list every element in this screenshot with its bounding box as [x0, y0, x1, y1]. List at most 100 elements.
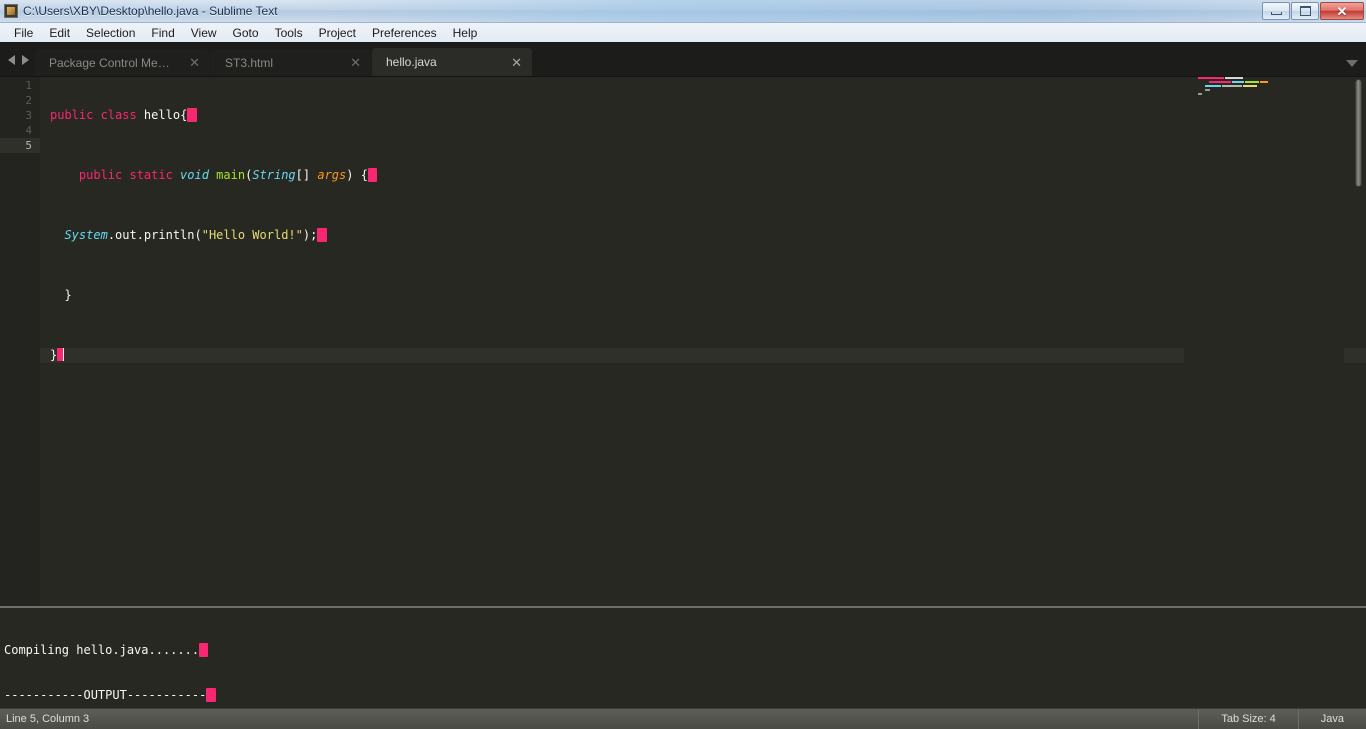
code-line-4[interactable]: }	[40, 288, 1366, 303]
minimap-row	[1198, 89, 1344, 92]
output-text: -----------OUTPUT-----------	[4, 688, 207, 702]
output-line: -----------OUTPUT-----------	[4, 688, 1366, 703]
maximize-icon	[1299, 6, 1311, 16]
token-brace: }	[50, 288, 72, 302]
invisible-char-marker	[206, 688, 216, 702]
minimap-segment	[1232, 81, 1244, 83]
code-content[interactable]: public class hello{ public static void m…	[40, 77, 1366, 606]
token-paren: )	[346, 168, 361, 182]
token-brace: }	[50, 348, 58, 362]
close-button[interactable]: ✕	[1320, 2, 1364, 20]
minimize-icon	[1270, 12, 1282, 15]
token-type: void	[172, 168, 209, 182]
minimap-segment	[1198, 81, 1208, 83]
token-argtype: String	[252, 168, 296, 182]
line-number-active: 5	[0, 138, 40, 153]
caret-line	[63, 348, 65, 361]
code-line-5[interactable]: }	[40, 348, 1366, 363]
tab-navigation	[0, 43, 35, 76]
minimap-segment	[1205, 89, 1210, 91]
minimap-segment	[1198, 93, 1202, 95]
minimap-segment	[1198, 77, 1224, 79]
close-icon[interactable]: ✕	[511, 56, 522, 69]
tab-st3-html[interactable]: ST3.html ✕	[211, 49, 371, 76]
tab-package-control-messages[interactable]: Package Control Messages ✕	[35, 49, 210, 76]
code-line-1[interactable]: public class hello{	[40, 108, 1366, 123]
maximize-button[interactable]	[1291, 2, 1319, 20]
scrollbar-thumb[interactable]	[1355, 79, 1362, 187]
minimap-row	[1198, 85, 1344, 88]
token-tail: );	[302, 228, 318, 242]
token-string: "Hello World!"	[201, 228, 303, 242]
minimap-segment	[1222, 85, 1242, 87]
title-bar: C:\Users\XBY\Desktop\hello.java - Sublim…	[0, 0, 1366, 23]
close-icon[interactable]: ✕	[350, 56, 361, 69]
chevron-down-icon[interactable]	[1346, 60, 1358, 67]
build-output-panel[interactable]: Compiling hello.java....... -----------O…	[0, 608, 1366, 708]
menu-item-preferences[interactable]: Preferences	[364, 24, 445, 42]
close-icon[interactable]: ✕	[189, 56, 200, 69]
menu-item-selection[interactable]: Selection	[78, 24, 143, 42]
window-controls: ✕	[1261, 1, 1366, 21]
minimap-segment	[1260, 81, 1268, 83]
token-member: .out.println(	[107, 228, 202, 242]
tab-size-button[interactable]: Tab Size: 4	[1198, 709, 1297, 729]
status-right-group: Tab Size: 4 Java	[1198, 709, 1366, 729]
menu-item-tools[interactable]: Tools	[267, 24, 311, 42]
tab-hello-java[interactable]: hello.java ✕	[372, 48, 532, 76]
token-keyword: public class	[50, 108, 137, 122]
vertical-scrollbar[interactable]	[1353, 79, 1363, 606]
invisible-char-marker	[317, 228, 327, 242]
menu-item-edit[interactable]: Edit	[41, 24, 78, 42]
token-class: System	[64, 228, 108, 242]
token-keyword: public static	[78, 168, 173, 182]
line-number: 2	[25, 94, 32, 107]
menu-bar: File Edit Selection Find View Goto Tools…	[0, 23, 1366, 43]
menu-item-view[interactable]: View	[183, 24, 225, 42]
menu-item-find[interactable]: Find	[143, 24, 182, 42]
tab-label: hello.java	[386, 55, 437, 69]
invisible-char-marker	[367, 168, 378, 182]
token-brackets: []	[295, 168, 318, 182]
code-line-3[interactable]: System.out.println("Hello World!");	[40, 228, 1366, 243]
minimap-segment	[1209, 81, 1231, 83]
cursor-position: Line 5, Column 3	[6, 713, 90, 725]
token-param: args	[317, 168, 347, 182]
menu-item-help[interactable]: Help	[445, 24, 486, 42]
minimap[interactable]	[1184, 77, 1344, 606]
output-line: Compiling hello.java.......	[4, 643, 1366, 658]
invisible-char-marker	[199, 643, 209, 657]
tab-bar: Package Control Messages ✕ ST3.html ✕ he…	[0, 43, 1366, 77]
minimap-row	[1198, 81, 1344, 84]
chevron-left-icon[interactable]	[8, 54, 15, 65]
window-title: C:\Users\XBY\Desktop\hello.java - Sublim…	[23, 4, 278, 18]
sublime-text-window: C:\Users\XBY\Desktop\hello.java - Sublim…	[0, 0, 1366, 729]
line-number: 1	[25, 79, 32, 92]
menu-item-file[interactable]: File	[6, 24, 41, 42]
minimap-segment	[1198, 89, 1204, 91]
line-number-gutter: 1 2 3 4 5	[0, 77, 40, 606]
minimap-segment	[1225, 77, 1243, 79]
minimap-row	[1198, 93, 1344, 96]
minimap-segment	[1243, 85, 1257, 87]
syntax-button[interactable]: Java	[1297, 709, 1366, 729]
chevron-right-icon[interactable]	[22, 54, 29, 65]
minimap-segment	[1245, 81, 1259, 83]
sublime-text-icon	[4, 4, 18, 18]
output-text: Compiling hello.java.......	[4, 643, 200, 657]
menu-item-project[interactable]: Project	[311, 24, 364, 42]
token-brace: {	[360, 168, 368, 182]
status-bar: Line 5, Column 3 Tab Size: 4 Java	[0, 708, 1366, 729]
menu-item-goto[interactable]: Goto	[225, 24, 267, 42]
minimap-segment	[1205, 85, 1221, 87]
code-line-2[interactable]: public static void main(String[] args) {	[40, 168, 1366, 183]
token-function: main	[208, 168, 246, 182]
tab-label: ST3.html	[225, 55, 274, 70]
tab-label: Package Control Messages	[49, 55, 175, 70]
minimize-button[interactable]	[1262, 2, 1290, 20]
editor-area[interactable]: 1 2 3 4 5 public class hello{ public sta…	[0, 77, 1366, 606]
token-classname: hello	[136, 108, 181, 122]
line-number: 4	[25, 124, 32, 137]
